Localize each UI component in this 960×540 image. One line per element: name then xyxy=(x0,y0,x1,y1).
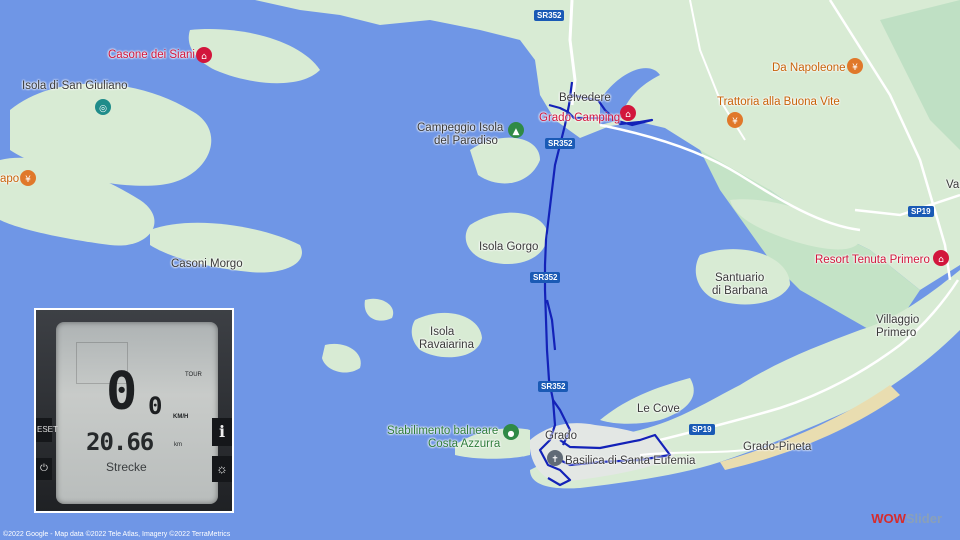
svg-text:✝: ✝ xyxy=(551,455,559,465)
label-grado[interactable]: Grado xyxy=(545,430,577,443)
label-santuario-line2[interactable]: di Barbana xyxy=(712,285,768,298)
label-ravaiarina-line2[interactable]: Ravaiarina xyxy=(419,339,474,352)
label-da-napoleone[interactable]: Da Napoleone xyxy=(772,62,846,75)
label-trattoria[interactable]: Trattoria alla Buona Vite xyxy=(717,96,840,109)
speed-unit: KM/H xyxy=(173,414,189,420)
distance-unit: km xyxy=(174,442,182,448)
bike-computer-photo: TOUR 0 0 KM/H 20.66 km Strecke ESET ⏻ i … xyxy=(34,308,234,513)
poi-campeggio-pin[interactable]: ▲ xyxy=(508,122,524,138)
speed-value: 0 xyxy=(106,362,137,422)
distance-value: 20.66 xyxy=(86,428,154,456)
poi-apo-pin[interactable]: ¥ xyxy=(20,170,36,186)
label-belvedere[interactable]: Belvedere xyxy=(559,92,611,105)
label-grado-pineta[interactable]: Grado-Pineta xyxy=(743,441,811,454)
label-villaggio-line1[interactable]: Villaggio xyxy=(876,314,919,327)
svg-text:¥: ¥ xyxy=(852,63,858,73)
svg-text:●: ● xyxy=(508,429,515,438)
mode-indicator: TOUR xyxy=(185,372,202,378)
label-isola-gorgo[interactable]: Isola Gorgo xyxy=(479,241,538,254)
poi-trattoria-pin[interactable]: ¥ xyxy=(727,112,743,128)
label-va[interactable]: Va xyxy=(946,179,959,192)
label-apo[interactable]: apo xyxy=(0,173,19,186)
device-screen xyxy=(56,322,218,504)
label-resort-tenuta[interactable]: Resort Tenuta Primero xyxy=(815,254,930,267)
label-stab-line1[interactable]: Stabilimento balneare xyxy=(387,425,498,438)
road-shield-sr352: SR352 xyxy=(534,10,565,21)
label-stab-line2[interactable]: Costa Azzurra xyxy=(428,438,500,451)
label-le-cove[interactable]: Le Cove xyxy=(637,403,680,416)
set-button[interactable]: ESET xyxy=(36,418,58,442)
svg-text:◎: ◎ xyxy=(99,104,107,114)
poi-grado-camping-pin[interactable]: ⌂ xyxy=(620,105,636,121)
label-villaggio-line2[interactable]: Primero xyxy=(876,327,916,340)
light-icon[interactable]: ☼ xyxy=(212,456,232,482)
label-campeggio-line1[interactable]: Campeggio Isola xyxy=(417,122,503,135)
label-casone-dei-siani[interactable]: Casone dei Siani xyxy=(108,49,195,62)
label-santuario-line1[interactable]: Santuario xyxy=(715,272,764,285)
poi-casone-pin[interactable]: ⌂ xyxy=(196,47,212,63)
poi-san-giuliano-pin[interactable]: ◎ xyxy=(95,99,111,115)
poi-resort-pin[interactable]: ⌂ xyxy=(933,250,949,266)
poi-da-napoleone-pin[interactable]: ¥ xyxy=(847,58,863,74)
road-shield-sr352: SR352 xyxy=(538,381,569,392)
poi-costa-azzurra-pin[interactable]: ● xyxy=(503,424,519,440)
label-ravaiarina-line1[interactable]: Isola xyxy=(430,326,454,339)
label-basilica[interactable]: Basilica di Santa Eufemia xyxy=(565,455,695,468)
poi-basilica-pin[interactable]: ✝ xyxy=(547,450,563,466)
label-grado-camping[interactable]: Grado Camping xyxy=(539,112,620,125)
watermark-part-a: WOW xyxy=(871,511,906,526)
road-shield-sr352: SR352 xyxy=(545,138,576,149)
map-attribution: ©2022 Google - Map data ©2022 Tele Atlas… xyxy=(3,531,231,538)
svg-text:¥: ¥ xyxy=(732,117,738,127)
label-casoni-morgo[interactable]: Casoni Morgo xyxy=(171,258,243,271)
svg-text:¥: ¥ xyxy=(25,175,31,185)
watermark-part-b: Slider xyxy=(905,511,942,526)
svg-text:⌂: ⌂ xyxy=(625,110,631,120)
wowslider-watermark: WOWSlider xyxy=(871,511,942,526)
svg-text:⌂: ⌂ xyxy=(201,52,207,62)
info-button[interactable]: i xyxy=(212,418,232,446)
label-campeggio-line2[interactable]: del Paradiso xyxy=(434,135,498,148)
speed-decimal: 0 xyxy=(148,392,163,420)
road-shield-sp19: SP19 xyxy=(689,424,715,435)
svg-text:▲: ▲ xyxy=(513,127,520,137)
trip-label: Strecke xyxy=(106,460,147,474)
road-shield-sr352: SR352 xyxy=(530,272,561,283)
power-icon[interactable]: ⏻ xyxy=(36,458,52,480)
label-isola-san-giuliano[interactable]: Isola di San Giuliano xyxy=(22,80,127,93)
svg-text:⌂: ⌂ xyxy=(938,255,944,265)
road-shield-sp19: SP19 xyxy=(908,206,934,217)
